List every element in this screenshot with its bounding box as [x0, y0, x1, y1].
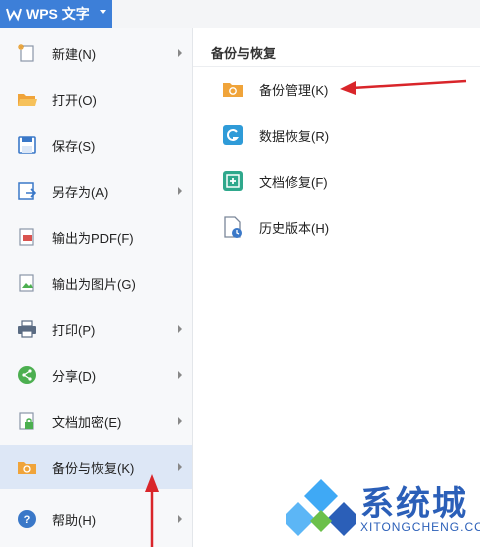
menu-item-label: 帮助(H) [52, 512, 97, 528]
submenu-item-backup-manage[interactable]: 备份管理(K) [221, 74, 328, 104]
menu-item-label: 打印(P) [52, 322, 96, 338]
menu-item-label: 输出为PDF(F) [52, 230, 134, 246]
document-repair-icon [223, 171, 243, 191]
submenu-title: 备份与恢复 [211, 46, 277, 61]
backup-manage-icon [223, 83, 243, 97]
watermark: 系统城 XITONGCHENG.COM [284, 470, 480, 547]
chevron-right-icon [178, 49, 182, 57]
submenu-item-data-recovery[interactable]: 数据恢复(R) [221, 120, 329, 150]
menu-item-backup-restore[interactable]: 备份与恢复(K) [0, 445, 192, 489]
data-recovery-icon [223, 125, 243, 145]
menu-item-label: 打开(O) [52, 92, 97, 108]
wps-logo-icon [6, 8, 22, 22]
watermark-title: 系统城 [360, 485, 468, 523]
menu-item-label: 另存为(A) [52, 184, 109, 200]
menu-item-print[interactable]: 打印(P) [0, 307, 192, 351]
divider [193, 66, 480, 67]
menu-item-help[interactable]: ? 帮助(H) [0, 497, 192, 541]
submenu-item-document-repair[interactable]: 文档修复(F) [221, 166, 328, 196]
save-as-icon [18, 182, 37, 200]
menu-item-export-pdf[interactable]: 输出为PDF(F) [0, 215, 192, 259]
printer-icon [18, 320, 36, 338]
chevron-right-icon [178, 515, 182, 523]
watermark-logo-icon [286, 479, 356, 536]
svg-text:?: ? [24, 514, 31, 526]
save-icon [18, 136, 36, 154]
menu-item-export-image[interactable]: 输出为图片(G) [0, 261, 192, 305]
chevron-right-icon [178, 463, 182, 471]
lock-document-icon [19, 412, 34, 430]
menu-item-label: 分享(D) [52, 368, 97, 384]
new-document-icon [18, 44, 34, 62]
chevron-right-icon [178, 417, 182, 425]
folder-open-icon [18, 94, 37, 106]
menu-item-label: 备份与恢复(K) [52, 460, 135, 476]
backup-folder-icon [18, 462, 36, 474]
menu-item-open[interactable]: 打开(O) [0, 77, 192, 121]
top-bar: WPS 文字 [0, 0, 480, 28]
menu-item-encrypt[interactable]: 文档加密(E) [0, 399, 192, 443]
submenu-item-label: 数据恢复(R) [259, 128, 330, 144]
submenu-item-label: 历史版本(H) [259, 220, 330, 236]
share-icon [18, 366, 36, 384]
submenu-item-history-version[interactable]: 历史版本(H) [221, 212, 329, 242]
history-version-icon [224, 216, 242, 238]
pdf-export-icon [19, 228, 34, 246]
menu-item-label: 输出为图片(G) [52, 276, 136, 292]
help-icon: ? [18, 510, 36, 528]
watermark-subtitle: XITONGCHENG.COM [360, 520, 480, 534]
chevron-down-icon [100, 10, 106, 14]
chevron-right-icon [178, 371, 182, 379]
menu-item-label: 文档加密(E) [52, 414, 122, 430]
menu-item-share[interactable]: 分享(D) [0, 353, 192, 397]
file-menu: 新建(N) 打开(O) 保存(S) 另存为(A) 输出为PDF(F) 输出为图片… [0, 28, 193, 547]
menu-item-label: 新建(N) [52, 46, 97, 62]
submenu-item-label: 备份管理(K) [259, 82, 329, 98]
menu-item-label: 保存(S) [52, 138, 96, 154]
submenu-item-label: 文档修复(F) [259, 174, 328, 190]
menu-item-new[interactable]: 新建(N) [0, 31, 192, 75]
app-title: WPS 文字 [26, 6, 90, 22]
chevron-right-icon [178, 187, 182, 195]
image-export-icon [19, 274, 34, 292]
menu-item-save[interactable]: 保存(S) [0, 123, 192, 167]
menu-item-save-as[interactable]: 另存为(A) [0, 169, 192, 213]
chevron-right-icon [178, 325, 182, 333]
wps-app-menu-button[interactable]: WPS 文字 [0, 0, 112, 28]
